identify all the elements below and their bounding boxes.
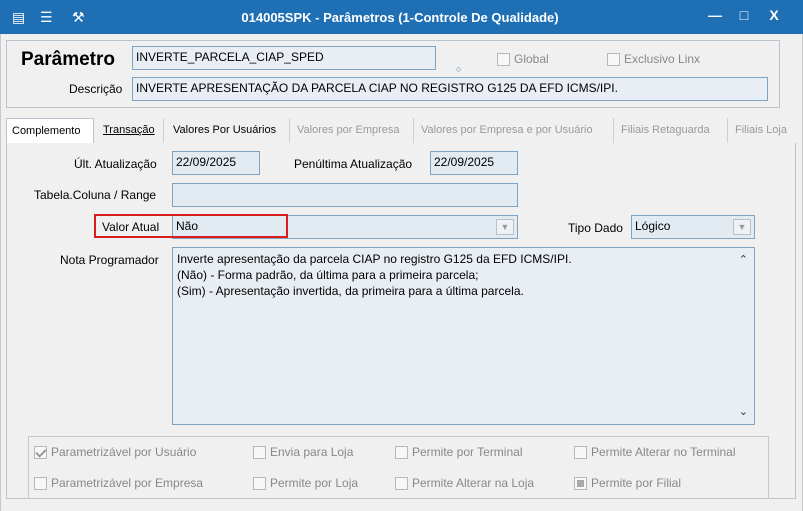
scroll-down-icon[interactable]: ⌄ — [739, 404, 748, 420]
nota-line: Inverte apresentação da parcela CIAP no … — [177, 252, 572, 266]
menu-icon[interactable]: ▤ — [12, 9, 25, 25]
option-label: Permite por Loja — [270, 476, 359, 490]
tab-filiais-retaguarda[interactable]: Filiais Retaguarda — [616, 118, 728, 144]
chevron-down-icon[interactable]: ▼ — [496, 219, 514, 235]
tab-strip: Complemento Transação Valores Por Usuári… — [6, 118, 796, 144]
checkbox-box[interactable] — [34, 445, 47, 459]
option-label: Envia para Loja — [270, 445, 354, 459]
ult-atualizacao-label: Últ. Atualização — [74, 157, 157, 171]
exclusivo-linx-box[interactable] — [607, 52, 620, 66]
valor-atual-highlight — [94, 214, 288, 238]
nota-programador-label: Nota Programador — [60, 253, 159, 267]
scroll-up-icon[interactable]: ⌃ — [739, 252, 748, 268]
tipo-dado-combo[interactable]: Lógico ▼ — [631, 215, 755, 239]
nota-programador-memo[interactable]: Inverte apresentação da parcela CIAP no … — [172, 247, 755, 425]
option-parametrizavel-empresa[interactable]: Parametrizável por Empresa — [34, 476, 203, 490]
chevron-down-icon[interactable]: ▼ — [733, 219, 751, 235]
penultima-atualizacao-field[interactable]: 22/09/2025 — [430, 151, 518, 175]
maximize-button[interactable]: □ — [736, 7, 752, 23]
settings-icon[interactable]: ☰ — [40, 9, 53, 25]
tab-valores-por-empresa[interactable]: Valores por Empresa — [292, 118, 414, 144]
option-permite-filial[interactable]: Permite por Filial — [574, 476, 681, 490]
global-checkbox-box[interactable] — [497, 52, 510, 66]
option-label: Permite Alterar na Loja — [412, 476, 535, 490]
tools-icon[interactable]: ⚒ — [72, 9, 85, 25]
option-permite-terminal[interactable]: Permite por Terminal — [395, 445, 522, 459]
checkbox-box[interactable] — [574, 476, 587, 490]
descricao-field[interactable]: INVERTE APRESENTAÇÃO DA PARCELA CIAP NO … — [132, 77, 768, 101]
global-label: Global — [514, 52, 549, 66]
option-label: Parametrizável por Empresa — [51, 476, 204, 490]
tipo-dado-value: Lógico — [635, 219, 671, 233]
tab-transacao[interactable]: Transação — [98, 118, 164, 144]
checkbox-box[interactable] — [395, 476, 408, 490]
option-permite-loja[interactable]: Permite por Loja — [253, 476, 358, 490]
tabela-coluna-label: Tabela.Coluna / Range — [34, 188, 157, 202]
exclusivo-linx-label: Exclusivo Linx — [624, 52, 701, 66]
close-button[interactable]: X — [766, 7, 782, 23]
minimize-button[interactable]: — — [707, 7, 723, 23]
option-permite-alterar-loja[interactable]: Permite Alterar na Loja — [395, 476, 534, 490]
ult-atualizacao-field[interactable]: 22/09/2025 — [172, 151, 260, 175]
window-title: 014005SPK - Parâmetros (1-Controle De Qu… — [241, 10, 559, 25]
tipo-dado-label: Tipo Dado — [568, 221, 623, 235]
tab-filiais-loja[interactable]: Filiais Loja — [730, 118, 796, 144]
option-label: Parametrizável por Usuário — [51, 445, 197, 459]
tabela-coluna-field[interactable] — [172, 183, 518, 207]
checkbox-box[interactable] — [34, 476, 47, 490]
search-icon[interactable]: ○ — [456, 64, 461, 74]
exclusivo-linx-checkbox[interactable]: Exclusivo Linx — [607, 52, 700, 66]
title-bar: ▤ ☰ ⚒ 014005SPK - Parâmetros (1-Controle… — [0, 0, 803, 34]
checkbox-box[interactable] — [395, 445, 408, 459]
option-parametrizavel-usuario[interactable]: Parametrizável por Usuário — [34, 445, 196, 459]
checkbox-box[interactable] — [253, 445, 266, 459]
option-permite-alterar-terminal[interactable]: Permite Alterar no Terminal — [574, 445, 736, 459]
parametro-field[interactable]: INVERTE_PARCELA_CIAP_SPED — [132, 46, 436, 70]
tab-complemento[interactable]: Complemento — [6, 118, 94, 144]
penultima-atualizacao-label: Penúltima Atualização — [294, 157, 413, 171]
parametro-label: Parâmetro — [21, 49, 115, 70]
option-label: Permite por Filial — [591, 476, 682, 490]
option-label: Permite por Terminal — [412, 445, 523, 459]
checkbox-box[interactable] — [574, 445, 587, 459]
descricao-label: Descrição — [69, 82, 123, 96]
tab-valores-por-usuarios[interactable]: Valores Por Usuários — [168, 118, 290, 144]
nota-line: (Sim) - Apresentação invertida, da prime… — [177, 284, 524, 298]
option-label: Permite Alterar no Terminal — [591, 445, 736, 459]
checkbox-box[interactable] — [253, 476, 266, 490]
nota-line: (Não) - Forma padrão, da última para a p… — [177, 268, 479, 282]
global-checkbox[interactable]: Global — [497, 52, 549, 66]
tab-valores-por-empresa-usuario[interactable]: Valores por Empresa e por Usuário — [416, 118, 614, 144]
option-envia-loja[interactable]: Envia para Loja — [253, 445, 353, 459]
